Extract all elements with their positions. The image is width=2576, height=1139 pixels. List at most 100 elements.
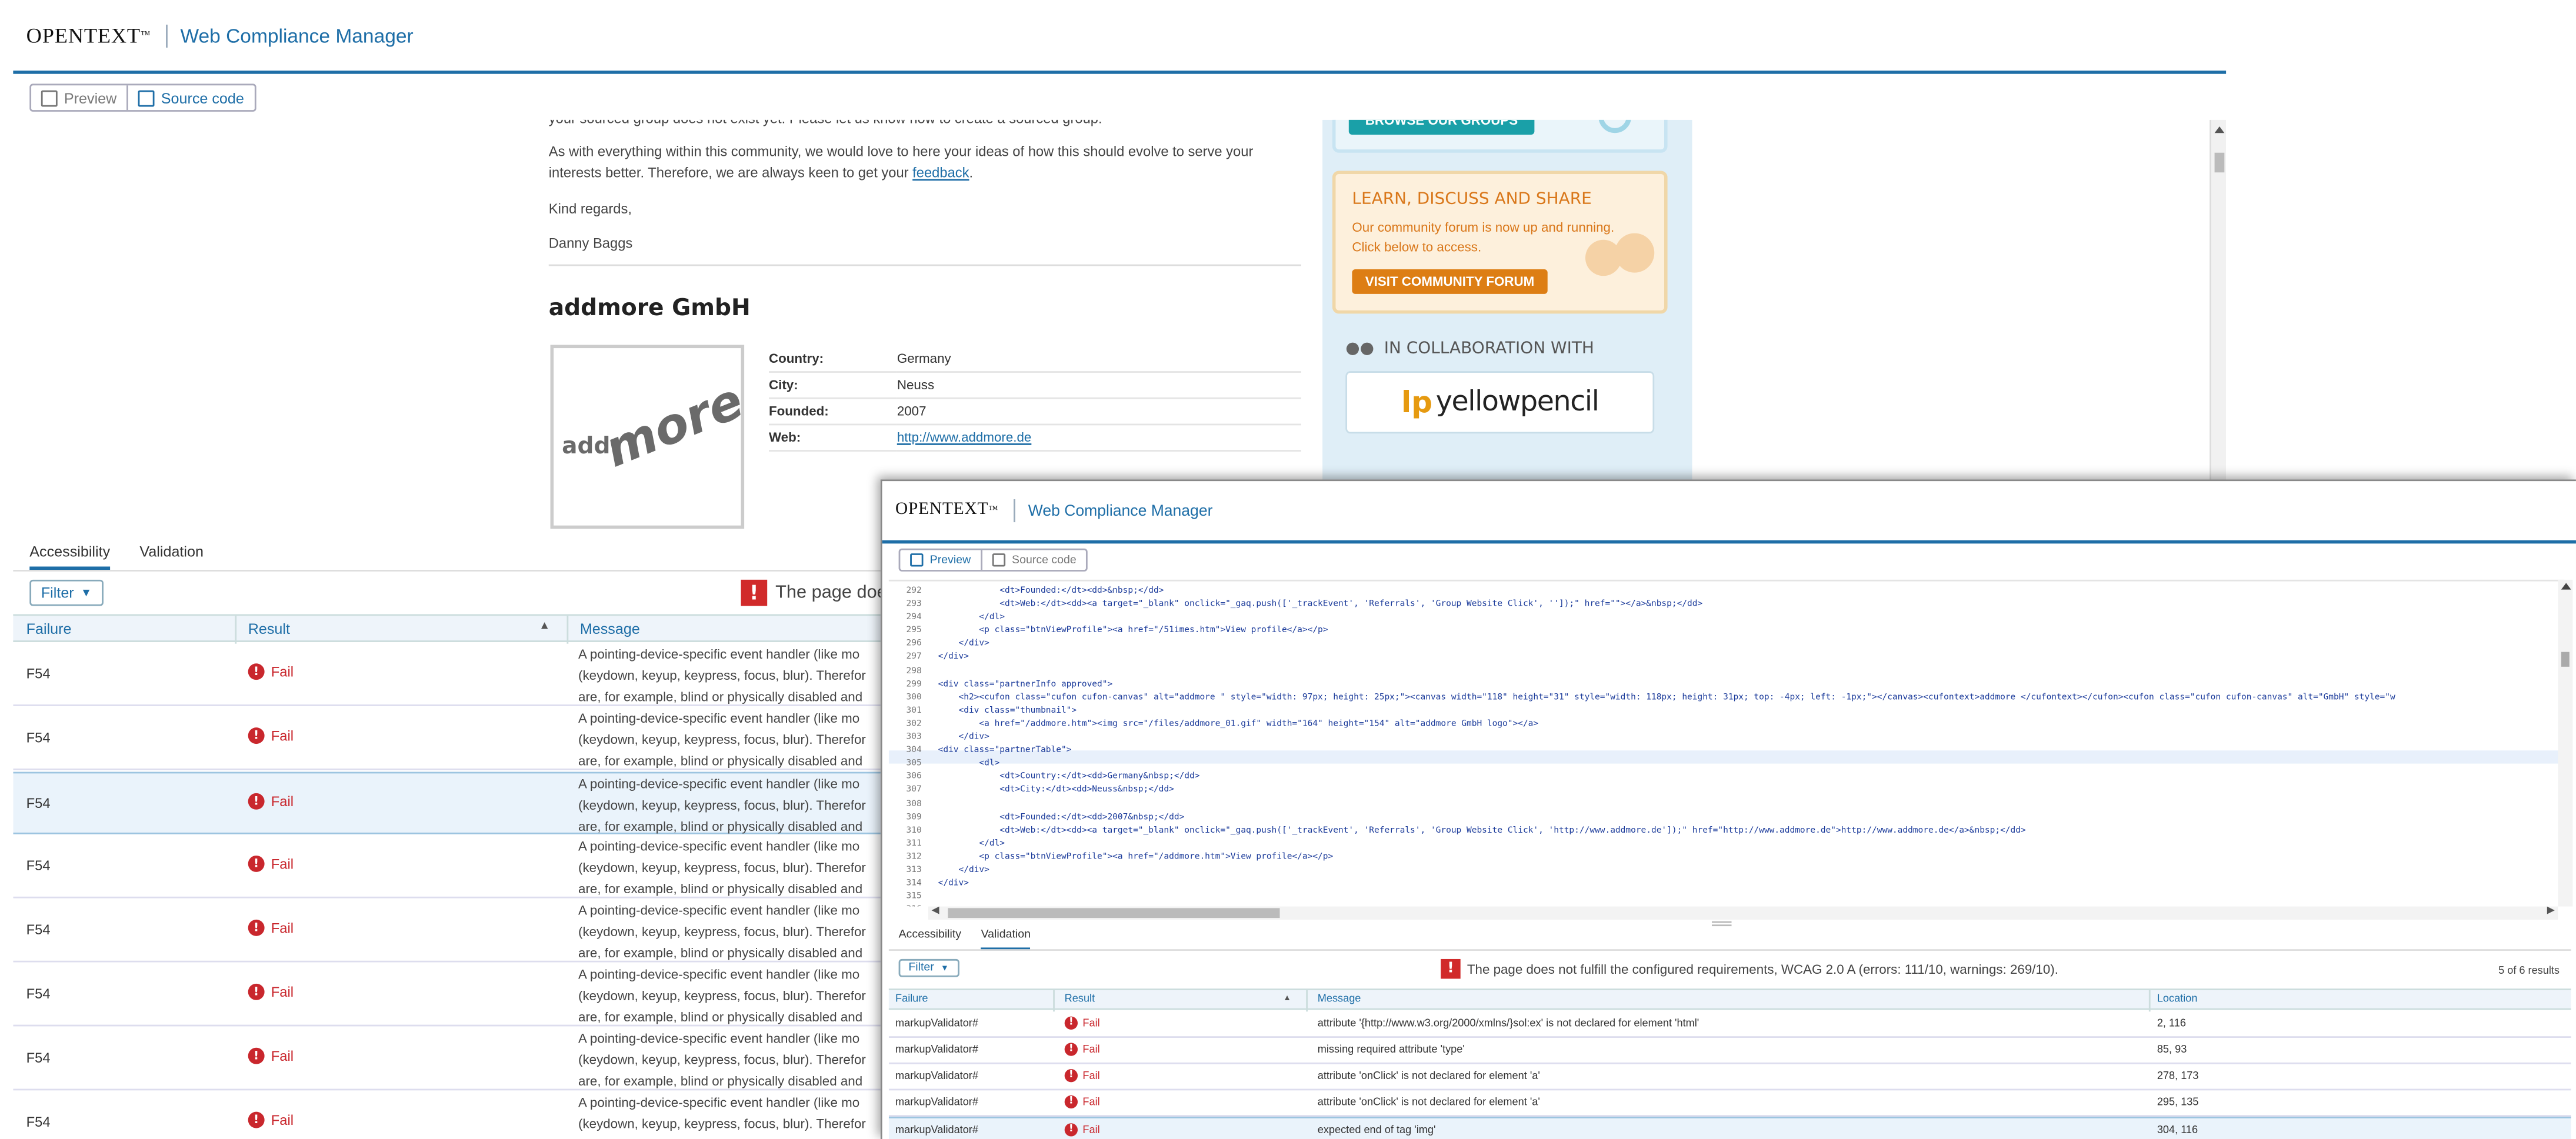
company-info-table: Country: Germany City: Neuss Founded: 2007 … [768,346,1301,452]
code-line: 306 <dt>Country:</dt><dd>Germany&nbsp;</… [889,771,2565,784]
line-number: 309 [906,812,922,823]
forum-title: LEARN, DISCUSS AND SHARE [1352,190,1592,209]
row-msg-3: are, for example, blind or physically di… [578,689,863,705]
regards-text: Kind regards, [548,200,632,217]
table-row-selected[interactable]: F54 ! Fail A pointing-device-specific eve… [13,771,901,834]
front-app-title: Web Compliance Manager [1028,502,1213,520]
front-tab-validation[interactable]: Validation [981,930,1031,951]
scroll-left-icon[interactable]: ◀ [931,905,939,917]
table-row[interactable]: F54 ! Fail A pointing-device-specific eve… [13,964,901,1027]
tab-accessibility[interactable]: Accessibility [29,543,111,570]
front-col-location[interactable]: Location [2157,994,2198,1006]
partner-logo[interactable]: lp yellowpencil [1345,371,1655,434]
splitter-handle[interactable] [1711,921,1732,927]
scroll-thumb[interactable] [2561,652,2570,667]
line-number: 305 [906,759,922,769]
front-col-failure[interactable]: Failure [895,994,928,1006]
row-failure: F54 [26,729,51,746]
row-message: attribute '{http://www.w3.org/2000/xmlns… [1317,1018,1699,1030]
col-message[interactable]: Message [580,621,640,637]
signer-name: Danny Baggs [548,235,633,252]
scroll-right-icon[interactable]: ▶ [2547,905,2555,917]
table-row-selected[interactable]: markupValidator# ! Fail expected end of t… [888,1117,2571,1139]
code-line: 311 </dl> [889,837,2565,851]
col-failure[interactable]: Failure [26,621,72,637]
code-editor[interactable]: 292 <dt>Founded:</dt><dd>&nbsp;</dd> 293 … [888,579,2565,907]
front-preview-button[interactable]: Preview [900,550,981,570]
row-msg-2: (keydown, keyup, keypress, focus, blur).… [578,798,866,813]
browse-groups-button[interactable]: BROWSE OUR GROUPS [1348,119,1535,135]
table-row[interactable]: F54 ! Fail A pointing-device-specific eve… [13,900,901,963]
feedback-link[interactable]: feedback [912,164,969,181]
filter-button[interactable]: Filter ▼ [29,579,104,606]
row-msg-2: (keydown, keyup, keypress, focus, blur).… [578,1117,866,1132]
code-line: 292 <dt>Founded:</dt><dd>&nbsp;</dd> [889,584,2565,598]
line-number: 313 [906,865,922,876]
company-web-link[interactable]: http://www.addmore.de [897,430,1032,445]
scroll-thumb[interactable] [2214,152,2224,173]
table-row[interactable]: markupValidator# ! Fail missing required … [888,1038,2571,1064]
table-row[interactable]: F54 ! Fail A pointing-device-specific eve… [13,1028,901,1091]
logo-text: OPENTEXT [26,22,141,47]
preview-scrollbar[interactable] [2210,119,2227,536]
sort-asc-icon[interactable]: ▲ [539,621,550,633]
line-number: 314 [906,879,922,889]
company-logo[interactable]: add more [550,345,751,529]
info-value: Germany [897,346,1301,373]
info-key: Country: [768,346,897,373]
opentext-logo: OPENTEXT™ [26,22,168,47]
preview-button[interactable]: Preview [31,85,126,110]
col-divider [1306,990,1308,1012]
col-divider [2148,990,2151,1012]
table-row[interactable]: markupValidator# ! Fail attribute 'onClic… [888,1064,2571,1091]
front-filter-button[interactable]: Filter ▼ [898,958,959,977]
source-code-icon [138,89,155,106]
code-line: 301 <div class="thumbnail"> [889,704,2565,718]
fail-icon: ! [248,1047,265,1064]
hscroll-thumb[interactable] [948,908,1280,918]
table-row[interactable]: F54 ! Fail A pointing-device-specific eve… [13,708,901,770]
warning-icon: ! [1441,958,1461,979]
code-line: 294 </dl> [889,611,2565,624]
table-row[interactable]: F54 ! Fail A pointing-device-specific eve… [13,644,901,706]
row-result: ! Fail [1064,1095,1100,1109]
scroll-up-icon[interactable] [2560,583,2571,590]
code-text: </div> [938,865,989,876]
fail-icon: ! [248,983,265,1000]
forum-box: LEARN, DISCUSS AND SHARE Our community f… [1332,171,1668,314]
front-col-result[interactable]: Result [1065,994,1095,1006]
row-msg-1: A pointing-device-specific event handler… [578,839,860,854]
app-header: OPENTEXT™ Web Compliance Manager [13,0,2227,74]
table-row[interactable]: markupValidator# ! Fail attribute '{http:… [888,1011,2571,1038]
code-hscrollbar[interactable]: ◀ ▶ [928,905,2558,920]
table-row[interactable]: F54 ! Fail A pointing-device-specific eve… [13,1092,900,1139]
code-vscrollbar[interactable] [2558,579,2573,907]
fail-icon: ! [1064,1043,1078,1056]
code-line: 299 <div class="partnerInfo approved"> [889,677,2565,691]
front-col-message[interactable]: Message [1318,994,1361,1006]
scroll-up-icon[interactable] [2214,126,2224,133]
code-text: </div> [938,879,969,889]
row-result-text: Fail [1082,1070,1100,1081]
row-result: ! Fail [248,983,294,1000]
row-result-text: Fail [1082,1096,1100,1108]
preview-icon [41,89,58,106]
table-row[interactable]: markupValidator# ! Fail attribute 'onClic… [888,1090,2571,1117]
code-line: 313 </div> [889,864,2565,877]
row-result-text: Fail [1082,1017,1100,1029]
preview-icon [910,553,924,567]
forum-text-line-2: Click below to access. [1352,239,1482,255]
tab-validation[interactable]: Validation [139,543,204,570]
visit-forum-button[interactable]: VISIT COMMUNITY FORUM [1352,269,1548,294]
table-row[interactable]: F54 ! Fail A pointing-device-specific eve… [13,836,901,898]
front-source-code-button[interactable]: Source code [980,550,1087,570]
source-code-button[interactable]: Source code [126,85,254,111]
info-value: Neuss [897,372,1301,399]
front-results-tabs: Accessibility Validation [899,930,1031,951]
row-msg-3: are, for example, blind or physically di… [578,946,863,961]
front-tab-accessibility[interactable]: Accessibility [899,930,961,951]
fail-icon: ! [248,727,265,744]
col-result[interactable]: Result [248,621,290,637]
line-number: 301 [906,706,922,716]
sort-asc-icon[interactable]: ▲ [1283,994,1291,1004]
